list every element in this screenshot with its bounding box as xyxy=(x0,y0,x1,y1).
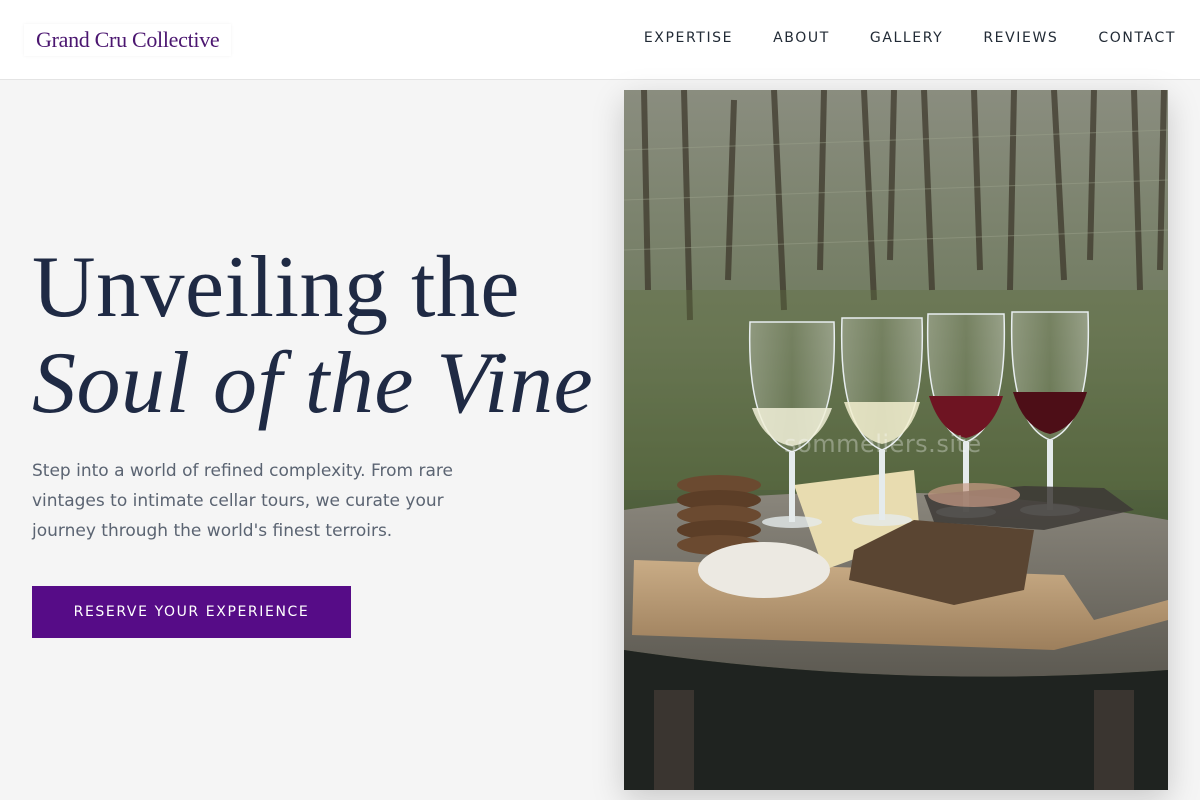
nav-link-reviews[interactable]: REVIEWS xyxy=(983,28,1058,48)
reserve-experience-button[interactable]: RESERVE YOUR EXPERIENCE xyxy=(32,586,351,638)
hero-description: Step into a world of refined complexity.… xyxy=(32,461,453,541)
hero-title-line-1: Unveiling the xyxy=(32,239,520,336)
brand-logo[interactable]: Grand Cru Collective xyxy=(24,24,232,56)
hero-title-line-2: Soul of the Vine xyxy=(32,335,594,432)
nav-link-about[interactable]: ABOUT xyxy=(773,28,830,48)
nav-link-gallery[interactable]: GALLERY xyxy=(870,28,943,48)
hero-image: sommeliers.site xyxy=(624,90,1168,790)
dip-bowl xyxy=(928,483,1020,507)
nav-link-contact[interactable]: CONTACT xyxy=(1098,28,1176,48)
hero-section: Unveiling the Soul of the Vine Step into… xyxy=(32,240,602,546)
main-nav: EXPERTISE ABOUT GALLERY REVIEWS CONTACT xyxy=(644,28,1176,48)
image-watermark: sommeliers.site xyxy=(784,430,982,458)
soft-cheese xyxy=(698,542,830,598)
site-header: Grand Cru Collective EXPERTISE ABOUT GAL… xyxy=(0,0,1200,80)
nav-link-expertise[interactable]: EXPERTISE xyxy=(644,28,733,48)
hero-title: Unveiling the Soul of the Vine xyxy=(32,240,602,432)
